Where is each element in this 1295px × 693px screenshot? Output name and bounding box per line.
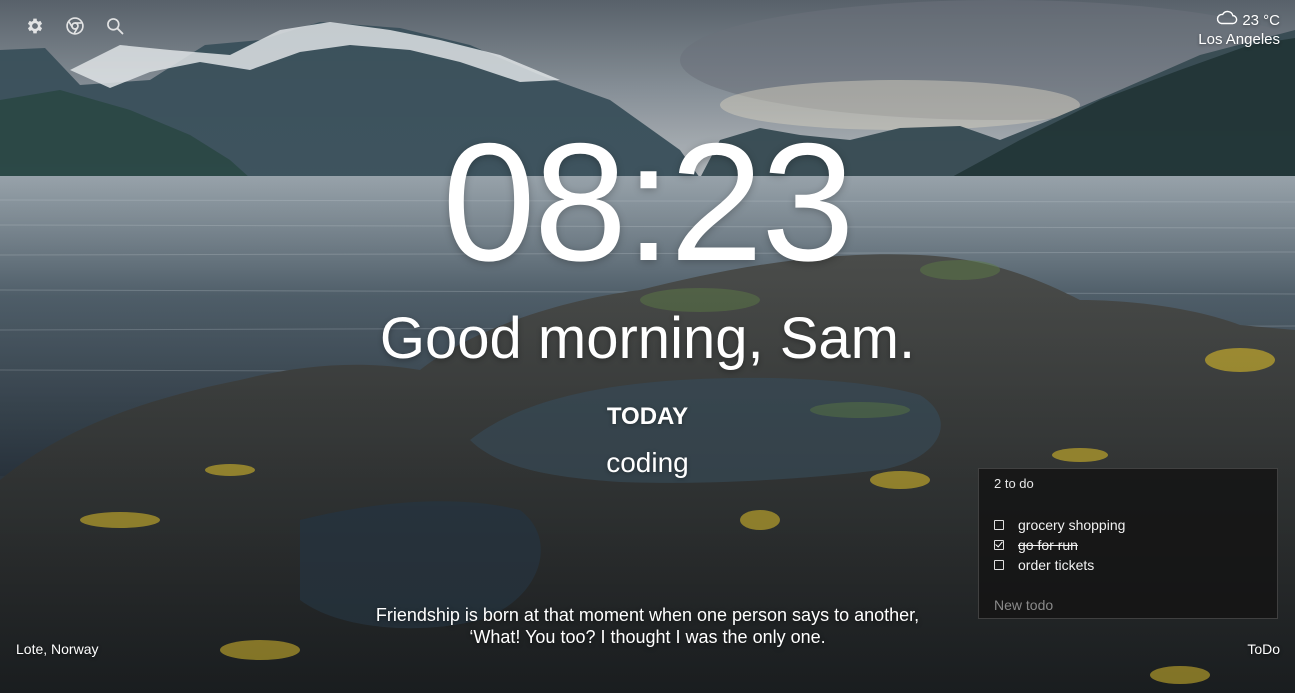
todo-item-text: grocery shopping (1018, 517, 1126, 533)
focus-label: TODAY (606, 403, 689, 430)
new-tab-dashboard: 23 °C Los Angeles 08:23 Good morning, Sa… (0, 0, 1295, 693)
clock-time: 08:23 (442, 108, 854, 296)
todo-item[interactable]: order tickets (994, 555, 1125, 575)
todo-checkbox[interactable] (994, 540, 1004, 550)
weather-temperature: 23 °C (1242, 11, 1280, 29)
todo-toggle-link[interactable]: ToDo (1247, 640, 1280, 658)
chrome-icon[interactable] (64, 15, 86, 37)
cloud-icon (1216, 10, 1238, 31)
gear-icon[interactable] (24, 15, 46, 37)
toolbar (24, 15, 126, 37)
todo-item[interactable]: grocery shopping (994, 515, 1125, 535)
todo-list: grocery shopping go for run order ticket… (994, 515, 1125, 575)
weather-city: Los Angeles (1198, 31, 1280, 48)
todo-panel: 2 to do grocery shopping go for run orde… (978, 468, 1278, 619)
quote-line-2: ‘What! You too? I thought I was the only… (469, 627, 826, 647)
todo-checkbox[interactable] (994, 560, 1004, 570)
todo-count: 2 to do (994, 476, 1034, 491)
todo-item-text: go for run (1018, 537, 1078, 553)
search-icon[interactable] (104, 15, 126, 37)
todo-item[interactable]: go for run (994, 535, 1125, 555)
todo-item-text: order tickets (1018, 557, 1095, 573)
greeting-text: Good morning, Sam. (379, 306, 916, 371)
new-todo-input[interactable] (994, 597, 1264, 613)
background-location[interactable]: Lote, Norway (16, 640, 98, 658)
weather-widget[interactable]: 23 °C Los Angeles (1198, 10, 1280, 49)
todo-checkbox[interactable] (994, 520, 1004, 530)
